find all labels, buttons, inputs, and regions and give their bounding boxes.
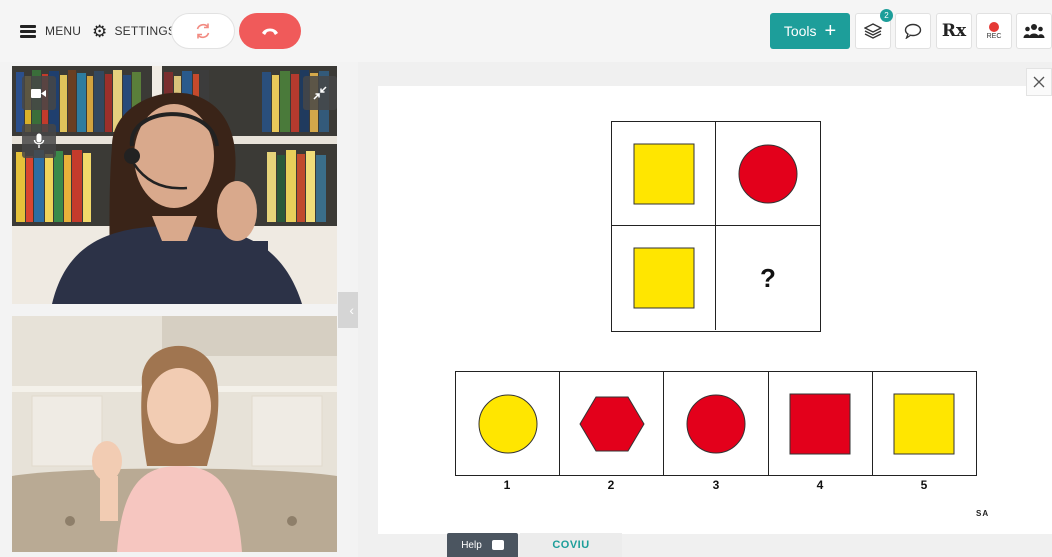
answer-option-2[interactable]: [560, 372, 665, 475]
top-toolbar: MENU ⚙ SETTINGS Tools + 2 Rx REC: [0, 0, 1052, 62]
answer-option-4[interactable]: [769, 372, 873, 475]
matrix-cell: [612, 122, 716, 226]
microphone-icon: [33, 133, 45, 148]
option-number: 5: [920, 478, 928, 492]
video-camera-icon: [31, 88, 46, 98]
layers-badge: 2: [880, 9, 893, 22]
layers-button[interactable]: 2: [855, 9, 893, 49]
patient-video[interactable]: [12, 316, 337, 552]
menu-label: MENU: [45, 24, 82, 38]
record-label: REC: [986, 33, 1002, 40]
help-button[interactable]: Help: [447, 533, 518, 557]
prescription-button[interactable]: Rx: [936, 13, 972, 49]
close-whiteboard-button[interactable]: [1026, 68, 1052, 96]
hamburger-icon: [20, 25, 36, 38]
hangup-phone-icon: [262, 28, 278, 35]
record-icon: REC: [986, 22, 1002, 40]
author-initials: SA: [976, 509, 990, 518]
coviu-logo: COVIU: [520, 533, 622, 557]
answer-option-1[interactable]: [456, 372, 561, 475]
settings-button[interactable]: ⚙ SETTINGS: [92, 0, 176, 62]
hang-up-button[interactable]: [239, 13, 301, 49]
yellow-square-shape: [633, 143, 694, 204]
settings-label: SETTINGS: [114, 24, 177, 38]
tools-button[interactable]: Tools +: [770, 13, 850, 49]
question-mark: ?: [760, 262, 776, 293]
answer-options: [455, 371, 977, 476]
video-panel: [12, 62, 342, 557]
collapse-icon: [313, 86, 327, 100]
red-circle-shape: [738, 144, 798, 203]
answer-option-3[interactable]: [664, 372, 769, 475]
participants-button[interactable]: [1016, 13, 1052, 49]
gear-icon: ⚙: [92, 21, 108, 41]
record-button[interactable]: REC: [976, 13, 1012, 49]
red-circle-shape: [686, 394, 746, 453]
yellow-square-shape: [633, 247, 694, 309]
option-number: 2: [607, 478, 615, 492]
switch-camera-button[interactable]: [171, 13, 235, 49]
close-icon: [1033, 76, 1045, 88]
rx-icon: Rx: [941, 21, 967, 41]
group-icon: [1023, 24, 1045, 38]
chat-button[interactable]: [895, 13, 931, 49]
yellow-circle-shape: [478, 394, 538, 453]
camera-toggle-button[interactable]: [22, 76, 56, 110]
collapse-video-button[interactable]: [303, 76, 337, 110]
clinician-video-image: [12, 66, 337, 304]
plus-icon: +: [824, 20, 837, 42]
chevron-left-icon[interactable]: ‹: [349, 302, 354, 318]
help-label: Help: [461, 539, 482, 551]
tools-label: Tools: [783, 23, 817, 39]
matrix-cell: [716, 122, 820, 226]
red-square-shape: [789, 393, 851, 454]
layers-icon: [864, 23, 882, 39]
microphone-toggle-button[interactable]: [22, 124, 56, 158]
red-hexagon-shape: [579, 396, 645, 451]
menu-button[interactable]: MENU: [20, 0, 81, 62]
shape-matrix: ?: [611, 121, 821, 332]
refresh-icon: [196, 23, 210, 39]
option-number: 3: [712, 478, 720, 492]
yellow-square-shape: [893, 393, 955, 454]
matrix-cell: [612, 226, 716, 330]
answer-option-5[interactable]: [873, 372, 976, 475]
option-number: 4: [816, 478, 824, 492]
help-chat-icon: [491, 540, 504, 550]
matrix-cell-missing: ?: [716, 226, 820, 330]
option-number: 1: [503, 478, 511, 492]
chat-bubble-icon: [904, 23, 922, 39]
patient-video-image: [12, 316, 337, 552]
clinician-video[interactable]: [12, 66, 337, 304]
